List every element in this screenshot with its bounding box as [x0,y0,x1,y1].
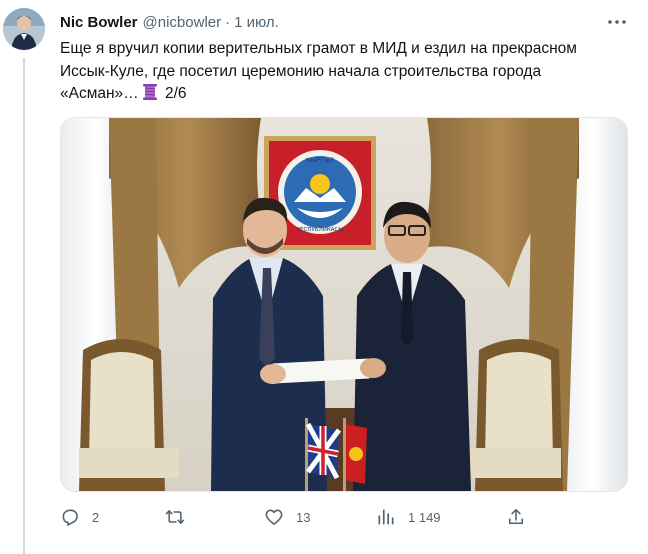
tweet-actions: 2 13 1 149 [60,503,540,531]
thread-line [23,58,25,554]
reply-count: 2 [92,509,100,525]
tweet-body: Еще я вручил копии верительных грамот в … [60,40,577,102]
retweet-icon [165,510,185,524]
share-icon [508,508,524,525]
thread-index: 2/6 [164,85,187,102]
heart-icon [265,509,283,525]
reply-button[interactable]: 2 [60,503,99,531]
author-handle[interactable]: @nicbowler [143,14,222,31]
avatar[interactable] [3,8,45,50]
emblem-text-top: КЫРГЫЗ [306,156,334,164]
more-icon [608,20,626,24]
reply-icon [62,509,78,526]
separator-dot: · [225,13,231,31]
tweet-photo[interactable]: КЫРГЫЗ РЕСПУБЛИКАСЫ [60,117,628,492]
tweet-text: Еще я вручил копии верительных грамот в … [60,38,620,109]
emblem-text-bottom: РЕСПУБЛИКАСЫ [297,227,344,233]
photo-image: КЫРГЫЗ РЕСПУБЛИКАСЫ [61,118,627,491]
like-count: 13 [296,509,311,525]
thread-spool-icon [141,83,159,109]
like-button[interactable]: 13 [264,503,310,531]
retweet-button[interactable] [164,503,198,531]
more-options-button[interactable] [603,12,631,32]
share-button[interactable] [506,503,526,531]
tweet-header: Nic Bowler @nicbowler · 1 июл. [60,12,279,32]
author-name[interactable]: Nic Bowler [60,14,138,31]
views-button[interactable]: 1 149 [376,503,441,531]
views-chart-icon [378,509,394,525]
views-count: 1 149 [408,509,441,525]
avatar-image [3,8,45,50]
tweet-timestamp[interactable]: 1 июл. [234,14,279,31]
